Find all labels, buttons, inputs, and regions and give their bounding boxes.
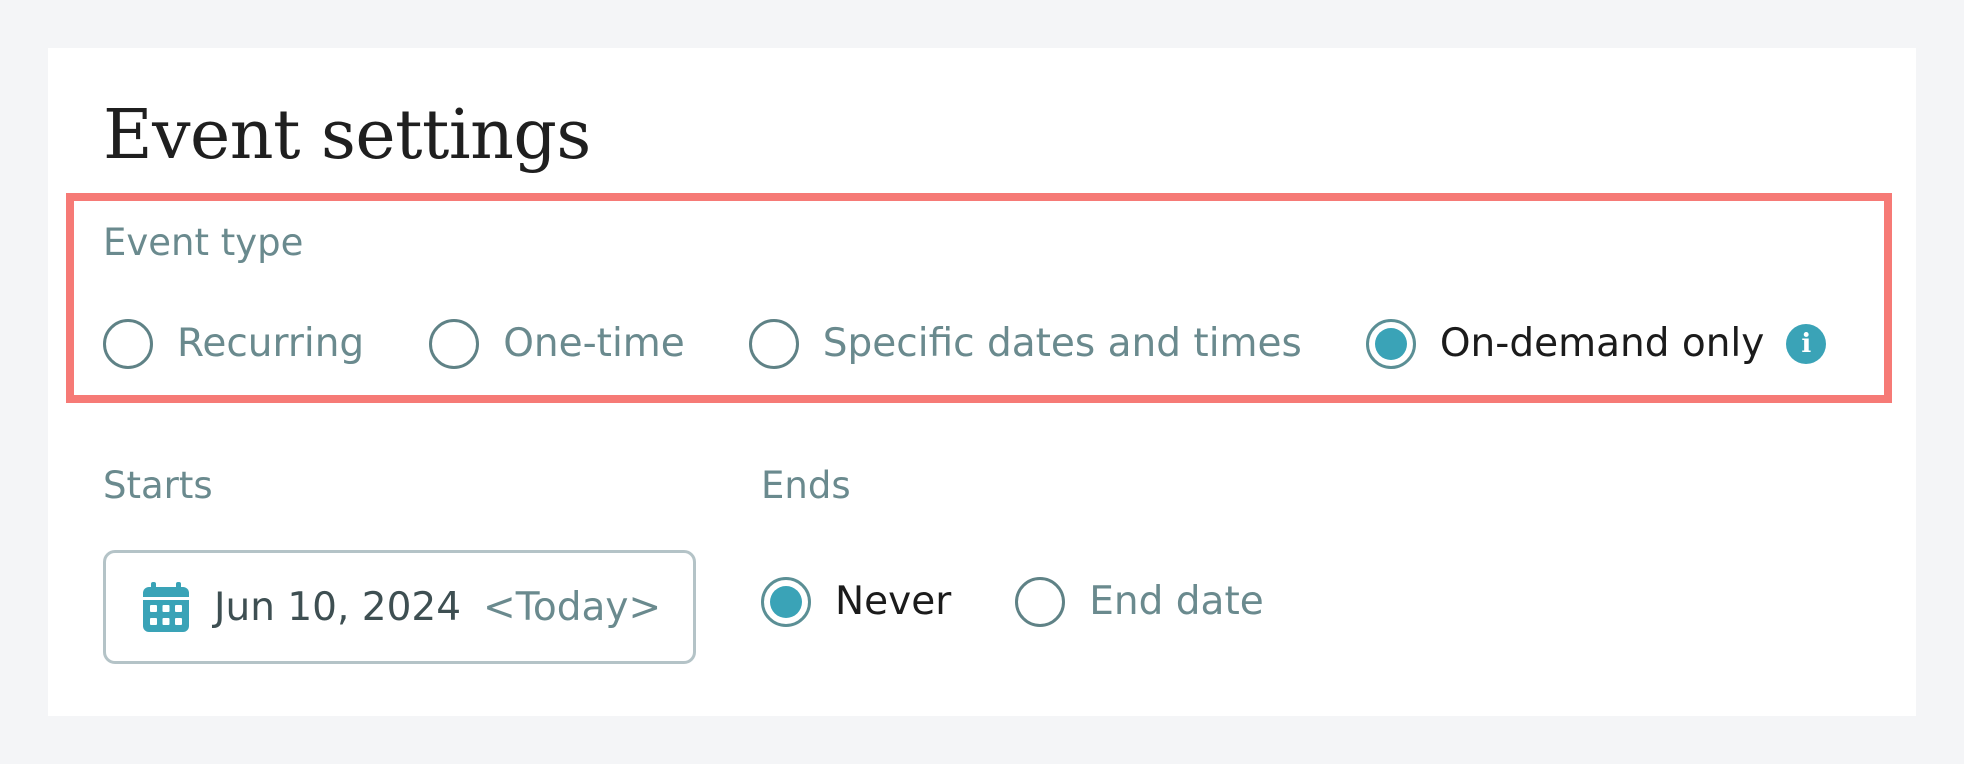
starts-label: Starts bbox=[103, 464, 213, 507]
radio-option-end-date[interactable]: End date bbox=[1015, 577, 1264, 627]
start-date-value: Jun 10, 2024 bbox=[214, 584, 462, 630]
radio-label-specific-dates: Specific dates and times bbox=[822, 321, 1302, 366]
event-type-label: Event type bbox=[103, 221, 304, 264]
info-icon[interactable]: i bbox=[1786, 324, 1827, 364]
event-type-radio-group: Recurring One-time Specific dates and ti… bbox=[103, 319, 1827, 369]
radio-one-time[interactable] bbox=[429, 319, 480, 369]
radio-option-recurring[interactable]: Recurring bbox=[103, 319, 364, 369]
radio-label-on-demand: On-demand only bbox=[1439, 321, 1765, 366]
radio-option-on-demand[interactable]: On-demand only bbox=[1365, 319, 1765, 369]
radio-label-recurring: Recurring bbox=[177, 321, 365, 366]
radio-on-demand[interactable] bbox=[1365, 319, 1416, 369]
radio-label-end-date: End date bbox=[1089, 579, 1264, 624]
radio-option-one-time[interactable]: One-time bbox=[429, 319, 685, 369]
radio-recurring[interactable] bbox=[103, 319, 153, 369]
ends-label: Ends bbox=[761, 464, 851, 507]
ends-radio-group: Never End date bbox=[761, 577, 1264, 627]
start-date-picker[interactable]: Jun 10, 2024 <Today> bbox=[103, 550, 696, 664]
radio-label-one-time: One-time bbox=[503, 321, 685, 366]
start-date-today-label: <Today> bbox=[483, 584, 662, 630]
radio-option-specific-dates[interactable]: Specific dates and times bbox=[748, 319, 1302, 369]
radio-option-never[interactable]: Never bbox=[761, 577, 951, 627]
radio-end-date[interactable] bbox=[1015, 577, 1066, 627]
calendar-icon bbox=[143, 582, 189, 632]
radio-label-never: Never bbox=[835, 579, 952, 624]
radio-never[interactable] bbox=[761, 577, 811, 627]
page-title: Event settings bbox=[103, 96, 591, 175]
event-type-highlight-box bbox=[66, 193, 1892, 403]
radio-specific-dates[interactable] bbox=[748, 319, 799, 369]
